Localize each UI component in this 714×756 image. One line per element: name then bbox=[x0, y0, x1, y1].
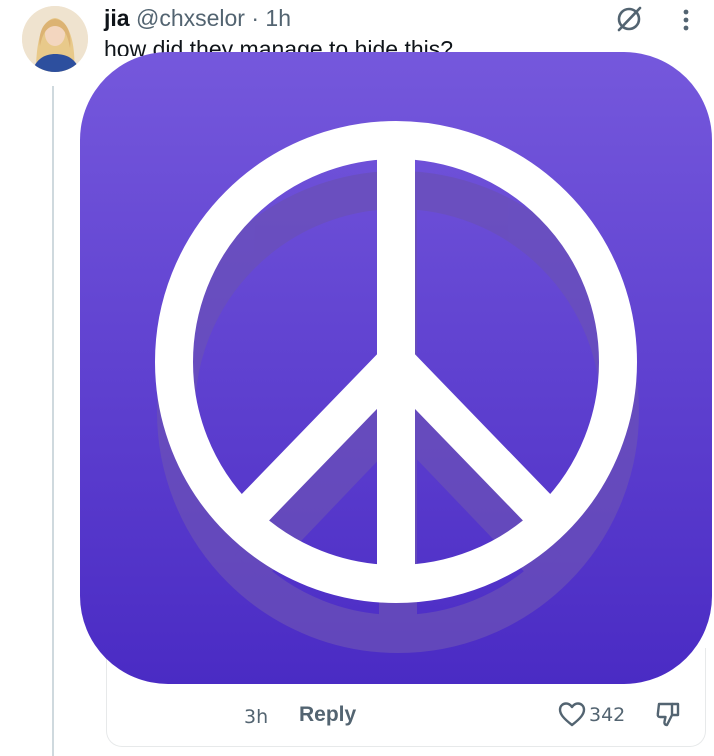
tweet-time[interactable]: 1h bbox=[265, 5, 291, 31]
reply-time: 3h bbox=[244, 706, 269, 728]
like-count: 342 bbox=[589, 704, 626, 726]
tweet-header: jia @chxselor · 1h bbox=[104, 4, 291, 32]
author-name[interactable]: jia bbox=[104, 5, 130, 31]
heart-icon[interactable] bbox=[557, 700, 587, 728]
thumbs-down-icon[interactable] bbox=[653, 700, 683, 728]
more-options-icon[interactable] bbox=[676, 6, 696, 36]
peace-sign-app-icon bbox=[78, 50, 714, 686]
reply-button[interactable]: Reply bbox=[299, 703, 356, 727]
author-handle[interactable]: @chxselor bbox=[136, 5, 245, 31]
grok-icon[interactable] bbox=[614, 4, 644, 34]
separator-dot: · bbox=[251, 5, 260, 31]
thread-connector-line bbox=[52, 86, 54, 756]
